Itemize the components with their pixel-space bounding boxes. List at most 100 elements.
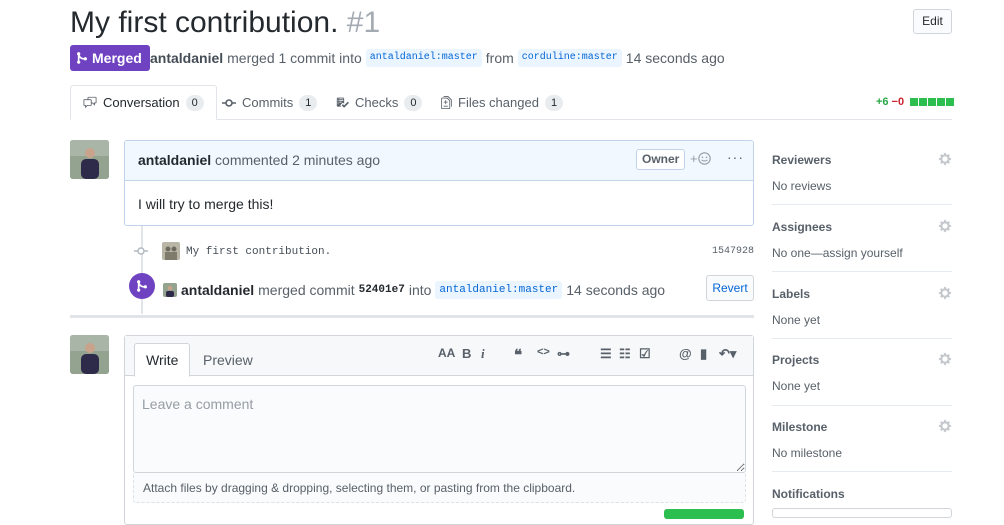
reply-icon[interactable]: ↶▾ bbox=[719, 346, 736, 362]
subscribe-button[interactable] bbox=[772, 508, 952, 518]
sidebar-reviewers: Reviewers No reviews bbox=[772, 152, 952, 193]
sidebar-projects-value: None yet bbox=[772, 379, 821, 393]
link-icon[interactable]: ⊶ bbox=[557, 346, 570, 362]
pr-number: #1 bbox=[346, 6, 381, 39]
sidebar-projects: Projects None yet bbox=[772, 352, 952, 393]
edit-button[interactable]: Edit bbox=[913, 9, 952, 34]
merge-text-2: into bbox=[408, 282, 432, 298]
italic-icon[interactable]: i bbox=[481, 346, 485, 362]
avatar-photo bbox=[70, 140, 109, 179]
sidebar-labels: Labels None yet bbox=[772, 286, 952, 327]
write-tab[interactable]: Write bbox=[134, 343, 191, 377]
preview-tab[interactable]: Preview bbox=[203, 343, 253, 377]
diffstat[interactable]: +6 −0 bbox=[876, 96, 955, 108]
avatar-photo bbox=[70, 335, 109, 374]
merge-author[interactable]: antaldaniel bbox=[181, 282, 254, 298]
quote-icon[interactable]: ❝ bbox=[514, 346, 522, 364]
pr-time: 14 seconds ago bbox=[625, 50, 725, 66]
sidebar-divider bbox=[772, 204, 952, 205]
saved-replies-icon[interactable]: ▮ bbox=[700, 346, 707, 362]
merged-state-label: Merged bbox=[92, 50, 142, 66]
comment-submit-button[interactable] bbox=[664, 509, 744, 519]
code-icon[interactable]: <> bbox=[537, 346, 550, 358]
mention-icon[interactable]: @ bbox=[679, 346, 692, 361]
gear-icon[interactable] bbox=[938, 219, 952, 233]
tab-commits[interactable]: Commits 1 bbox=[222, 85, 318, 120]
tab-files-changed-label: Files changed bbox=[458, 95, 539, 110]
comment-author[interactable]: antaldaniel bbox=[138, 152, 211, 168]
tab-checks-label: Checks bbox=[355, 95, 399, 110]
tab-conversation-label: Conversation bbox=[103, 95, 180, 110]
head-branch[interactable]: corduline:master bbox=[517, 49, 622, 67]
merge-sha[interactable]: 52401e7 bbox=[359, 284, 405, 296]
merge-event-badge bbox=[129, 273, 155, 299]
sidebar-assignees: Assignees No one—assign yourself bbox=[772, 219, 952, 260]
pr-author-link[interactable]: antaldaniel bbox=[150, 50, 223, 66]
git-commit-icon bbox=[134, 247, 148, 255]
gear-icon[interactable] bbox=[938, 419, 952, 433]
comment-box: antaldaniel commented 2 minutes ago Owne… bbox=[124, 140, 754, 226]
checklist-icon bbox=[336, 97, 349, 108]
sidebar-divider bbox=[772, 338, 952, 339]
tab-conversation-count: 0 bbox=[185, 94, 204, 111]
sidebar-reviewers-value: No reviews bbox=[772, 179, 832, 193]
merge-branch[interactable]: antaldaniel:master bbox=[435, 281, 563, 299]
gear-icon[interactable] bbox=[938, 152, 952, 166]
merge-author-avatar[interactable] bbox=[163, 283, 177, 297]
pr-meta: antaldaniel merged 1 commit into antalda… bbox=[150, 49, 725, 67]
comment-textarea[interactable] bbox=[133, 385, 746, 473]
merge-time[interactable]: 14 seconds ago bbox=[566, 282, 665, 298]
bold-icon[interactable]: B bbox=[462, 346, 471, 361]
comment-header: antaldaniel commented 2 minutes ago Owne… bbox=[125, 141, 753, 181]
sidebar-assignees-value[interactable]: No one—assign yourself bbox=[772, 246, 952, 260]
sidebar-labels-title: Labels bbox=[772, 287, 811, 301]
avatar[interactable] bbox=[70, 140, 109, 179]
tab-commits-count: 1 bbox=[299, 94, 318, 111]
gear-icon[interactable] bbox=[938, 286, 952, 300]
add-reaction-button[interactable]: + bbox=[690, 151, 711, 166]
tab-commits-label: Commits bbox=[242, 95, 294, 110]
tab-files-changed[interactable]: Files changed 1 bbox=[441, 85, 564, 120]
sidebar-labels-value: None yet bbox=[772, 313, 821, 327]
file-diff-icon bbox=[441, 96, 452, 109]
ordered-list-icon[interactable]: ☷ bbox=[619, 346, 631, 362]
comment-author-line: antaldaniel commented 2 minutes ago bbox=[138, 152, 380, 168]
tab-files-changed-count: 1 bbox=[544, 94, 564, 111]
sidebar-milestone-title: Milestone bbox=[772, 420, 828, 434]
smiley-icon bbox=[697, 152, 711, 165]
owner-badge: Owner bbox=[636, 149, 686, 170]
comment-discussion-icon bbox=[83, 96, 97, 109]
git-commit-icon bbox=[222, 98, 236, 107]
heading-icon[interactable]: AA bbox=[438, 346, 455, 360]
sidebar-assignees-title: Assignees bbox=[772, 220, 833, 234]
sidebar-divider bbox=[772, 405, 952, 406]
pr-title-text: My first contribution. bbox=[70, 6, 339, 39]
merged-state-badge: Merged bbox=[70, 45, 150, 71]
sidebar-divider bbox=[772, 471, 952, 472]
sidebar-notifications-title: Notifications bbox=[772, 487, 845, 501]
unordered-list-icon[interactable]: ☰ bbox=[600, 346, 612, 362]
comment-body: I will try to merge this! bbox=[138, 196, 274, 212]
task-list-icon[interactable]: ☑ bbox=[639, 346, 651, 362]
avatar[interactable] bbox=[70, 335, 109, 374]
tab-checks-count: 0 bbox=[404, 94, 423, 111]
revert-button[interactable]: Revert bbox=[706, 275, 754, 301]
pr-from-text: from bbox=[485, 50, 514, 66]
commit-sha[interactable]: 1547928 bbox=[712, 246, 754, 257]
pr-merged-text: merged 1 commit into bbox=[227, 50, 362, 66]
commit-message[interactable]: My first contribution. bbox=[186, 246, 331, 258]
gear-icon[interactable] bbox=[938, 352, 952, 366]
tab-conversation[interactable]: Conversation 0 bbox=[70, 85, 217, 120]
sidebar-reviewers-title: Reviewers bbox=[772, 153, 832, 167]
tab-checks[interactable]: Checks 0 bbox=[336, 85, 423, 120]
diffstat-blocks bbox=[909, 98, 955, 106]
comment-menu-button[interactable]: ··· bbox=[727, 149, 744, 165]
comment-action[interactable]: commented 2 minutes ago bbox=[215, 152, 380, 168]
commit-avatar[interactable] bbox=[162, 242, 180, 260]
new-comment-form: Write Preview AA B i ❝ <> ⊶ ☰ ☷ ☑ @ ▮ ↶▾… bbox=[124, 335, 754, 525]
sidebar-milestone: Milestone No milestone bbox=[772, 419, 952, 460]
merge-event: antaldaniel merged commit 52401e7 into a… bbox=[163, 281, 665, 299]
base-branch[interactable]: antaldaniel:master bbox=[365, 49, 482, 67]
diffstat-deletions: −0 bbox=[891, 96, 905, 108]
attach-files-hint[interactable]: Attach files by dragging & dropping, sel… bbox=[133, 473, 746, 503]
